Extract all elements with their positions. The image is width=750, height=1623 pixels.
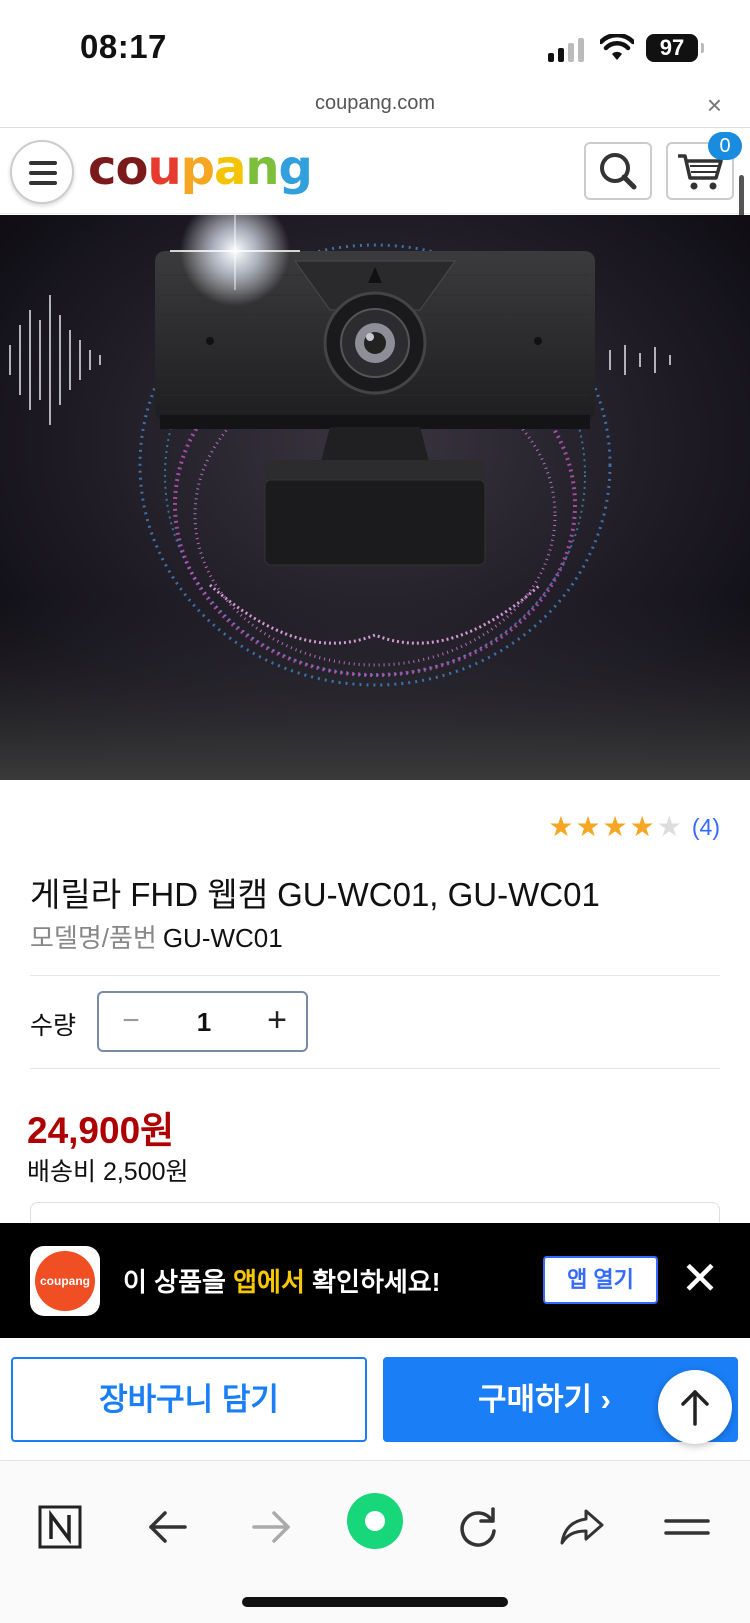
- coupang-logo[interactable]: coupang: [88, 140, 313, 196]
- wifi-icon: [600, 34, 634, 60]
- divider: [30, 975, 720, 976]
- increase-quantity-button[interactable]: +: [262, 1003, 292, 1037]
- logo-letter: c: [88, 140, 116, 196]
- app-icon-label: coupang: [35, 1251, 95, 1311]
- review-count[interactable]: (4): [692, 814, 720, 841]
- scroll-to-top-button[interactable]: [658, 1370, 732, 1444]
- battery-indicator: 97: [646, 34, 704, 62]
- green-dot-icon[interactable]: [345, 1491, 405, 1551]
- banner-text-highlight: 앱에서: [233, 1267, 305, 1297]
- model-value: GU-WC01: [162, 923, 283, 953]
- close-icon[interactable]: ×: [707, 90, 722, 121]
- home-indicator[interactable]: [242, 1597, 508, 1607]
- quantity-label: 수량: [30, 1012, 77, 1040]
- quantity-stepper[interactable]: − 1 +: [97, 991, 308, 1052]
- model-number-row: 모델명/품번 GU-WC01: [30, 918, 283, 955]
- webcam-product-image: [0, 215, 750, 780]
- logo-letter: n: [245, 140, 279, 196]
- cellular-signal-icon: [548, 38, 588, 62]
- menu-icon[interactable]: [656, 1497, 716, 1557]
- logo-letter: g: [278, 140, 313, 196]
- coupang-app-icon: coupang: [30, 1246, 100, 1316]
- model-label: 모델명/품번: [30, 923, 157, 953]
- buy-now-label: 구매하기 ›: [477, 1382, 612, 1417]
- scrollbar[interactable]: [739, 175, 744, 217]
- star-filled-icon: ★: [629, 811, 655, 842]
- shipping-fee: 배송비 2,500원: [27, 1158, 189, 1186]
- reload-icon[interactable]: [448, 1497, 508, 1557]
- site-header: coupang: [0, 128, 750, 214]
- open-app-button[interactable]: 앱 열기: [543, 1256, 658, 1304]
- product-title: 게릴라 FHD 웹캠 GU-WC01, GU-WC01: [30, 876, 600, 913]
- browser-url-bar[interactable]: coupang.com ×: [0, 88, 750, 128]
- star-filled-icon: ★: [548, 811, 574, 842]
- search-icon: [600, 153, 637, 190]
- arrow-up-icon: [681, 1390, 709, 1426]
- search-button[interactable]: [584, 142, 652, 200]
- add-to-cart-button[interactable]: 장바구니 담기: [11, 1357, 367, 1442]
- divider: [30, 1068, 720, 1069]
- cart-count-badge: 0: [708, 132, 742, 160]
- star-filled-icon: ★: [602, 811, 628, 842]
- hamburger-menu-button[interactable]: [10, 140, 74, 204]
- star-empty-icon: ★: [656, 811, 682, 842]
- banner-text-before: 이 상품을: [123, 1267, 234, 1297]
- url-text[interactable]: coupang.com: [0, 92, 750, 115]
- logo-letter: u: [147, 140, 181, 196]
- product-price: 24,900원: [27, 1110, 175, 1151]
- product-rating[interactable]: ★ ★ ★ ★ ★ (4): [548, 813, 720, 841]
- forward-arrow-icon[interactable]: [242, 1497, 302, 1557]
- logo-letter: a: [213, 140, 246, 196]
- status-bar: 08:17 97: [0, 0, 750, 88]
- star-filled-icon: ★: [575, 811, 601, 842]
- rating-stars: ★ ★ ★ ★ ★: [548, 813, 682, 841]
- app-promo-banner: coupang 이 상품을 앱에서 확인하세요! 앱 열기 ✕: [0, 1223, 750, 1338]
- quantity-value[interactable]: 1: [169, 1007, 239, 1038]
- logo-letter: o: [115, 140, 148, 196]
- back-arrow-icon[interactable]: [137, 1497, 197, 1557]
- product-image[interactable]: [0, 215, 750, 780]
- logo-letter: p: [180, 140, 215, 196]
- status-time: 08:17: [80, 28, 167, 65]
- n-logo-icon[interactable]: [30, 1497, 90, 1557]
- banner-text-after: 확인하세요!: [304, 1267, 441, 1297]
- banner-message: 이 상품을 앱에서 확인하세요!: [123, 1262, 440, 1299]
- decrease-quantity-button[interactable]: −: [117, 1006, 145, 1037]
- close-icon[interactable]: ✕: [680, 1253, 720, 1305]
- share-icon[interactable]: [552, 1497, 612, 1557]
